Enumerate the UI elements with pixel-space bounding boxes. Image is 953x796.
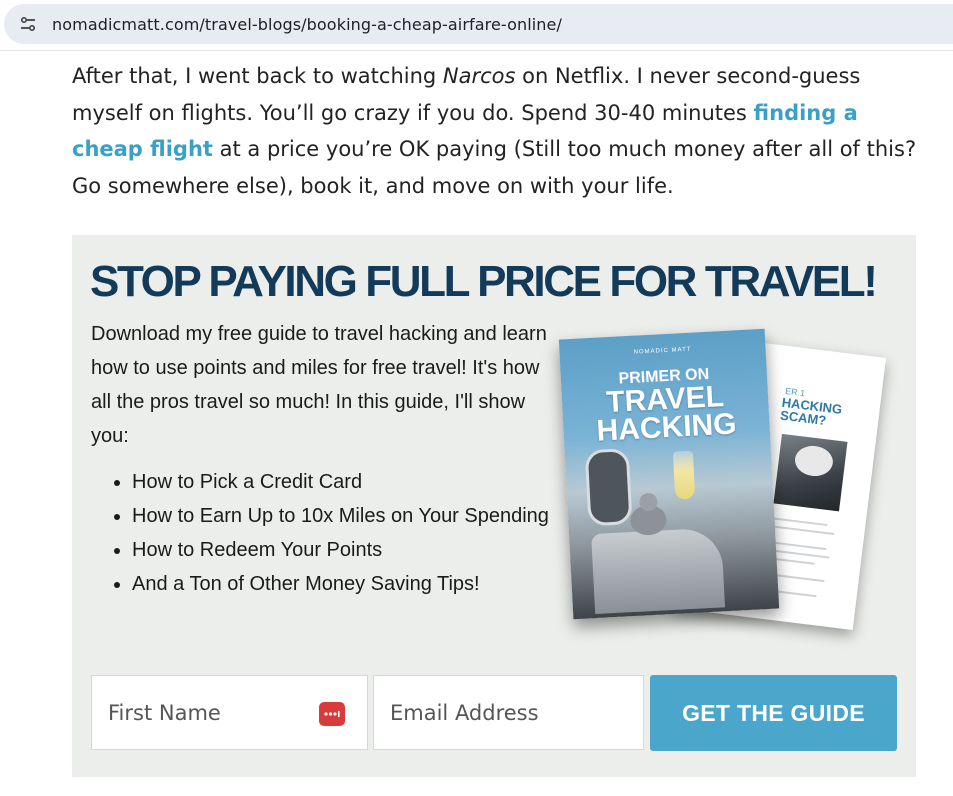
first-name-field[interactable] xyxy=(91,675,368,750)
airplane-seat xyxy=(591,527,726,615)
book-cover-image: NOMADIC MATT PRIMER ON TRAVEL HACKING xyxy=(558,328,780,620)
list-item: How to Redeem Your Points xyxy=(132,533,561,567)
article-text-1: After that, I went back to watching xyxy=(72,64,443,88)
browser-toolbar: nomadicmatt.com/travel-blogs/booking-a-c… xyxy=(0,0,953,51)
email-field[interactable] xyxy=(373,675,644,750)
book-title-line2: TRAVEL HACKING xyxy=(595,380,738,448)
champagne-glass xyxy=(672,450,696,500)
password-manager-icon[interactable] xyxy=(319,702,345,726)
article-paragraph: After that, I went back to watching Narc… xyxy=(72,58,922,204)
tune-icon[interactable] xyxy=(14,10,42,38)
list-item: How to Earn Up to 10x Miles on Your Spen… xyxy=(132,499,561,533)
email-input[interactable] xyxy=(374,676,643,749)
article-italic: Narcos xyxy=(442,64,516,88)
guide-intro: Download my free guide to travel hacking… xyxy=(91,323,547,447)
book-back-photo xyxy=(773,433,848,512)
airplane-window xyxy=(584,448,633,527)
address-bar[interactable]: nomadicmatt.com/travel-blogs/booking-a-c… xyxy=(4,4,953,44)
book-back-title: HACKING SCAM? xyxy=(779,394,844,429)
book-brand: NOMADIC MATT xyxy=(633,346,692,356)
article-body: After that, I went back to watching Narc… xyxy=(72,58,922,204)
url-text[interactable]: nomadicmatt.com/travel-blogs/booking-a-c… xyxy=(52,15,562,34)
list-item: How to Pick a Credit Card xyxy=(132,465,561,499)
list-item: And a Ton of Other Money Saving Tips! xyxy=(132,567,561,601)
guide-description: Download my free guide to travel hacking… xyxy=(91,317,561,601)
guide-title: STOP PAYING FULL PRICE FOR TRAVEL! xyxy=(90,257,878,306)
guide-bullet-list: How to Pick a Credit Card How to Earn Up… xyxy=(91,465,561,601)
get-the-guide-button[interactable]: GET THE GUIDE xyxy=(650,675,897,751)
